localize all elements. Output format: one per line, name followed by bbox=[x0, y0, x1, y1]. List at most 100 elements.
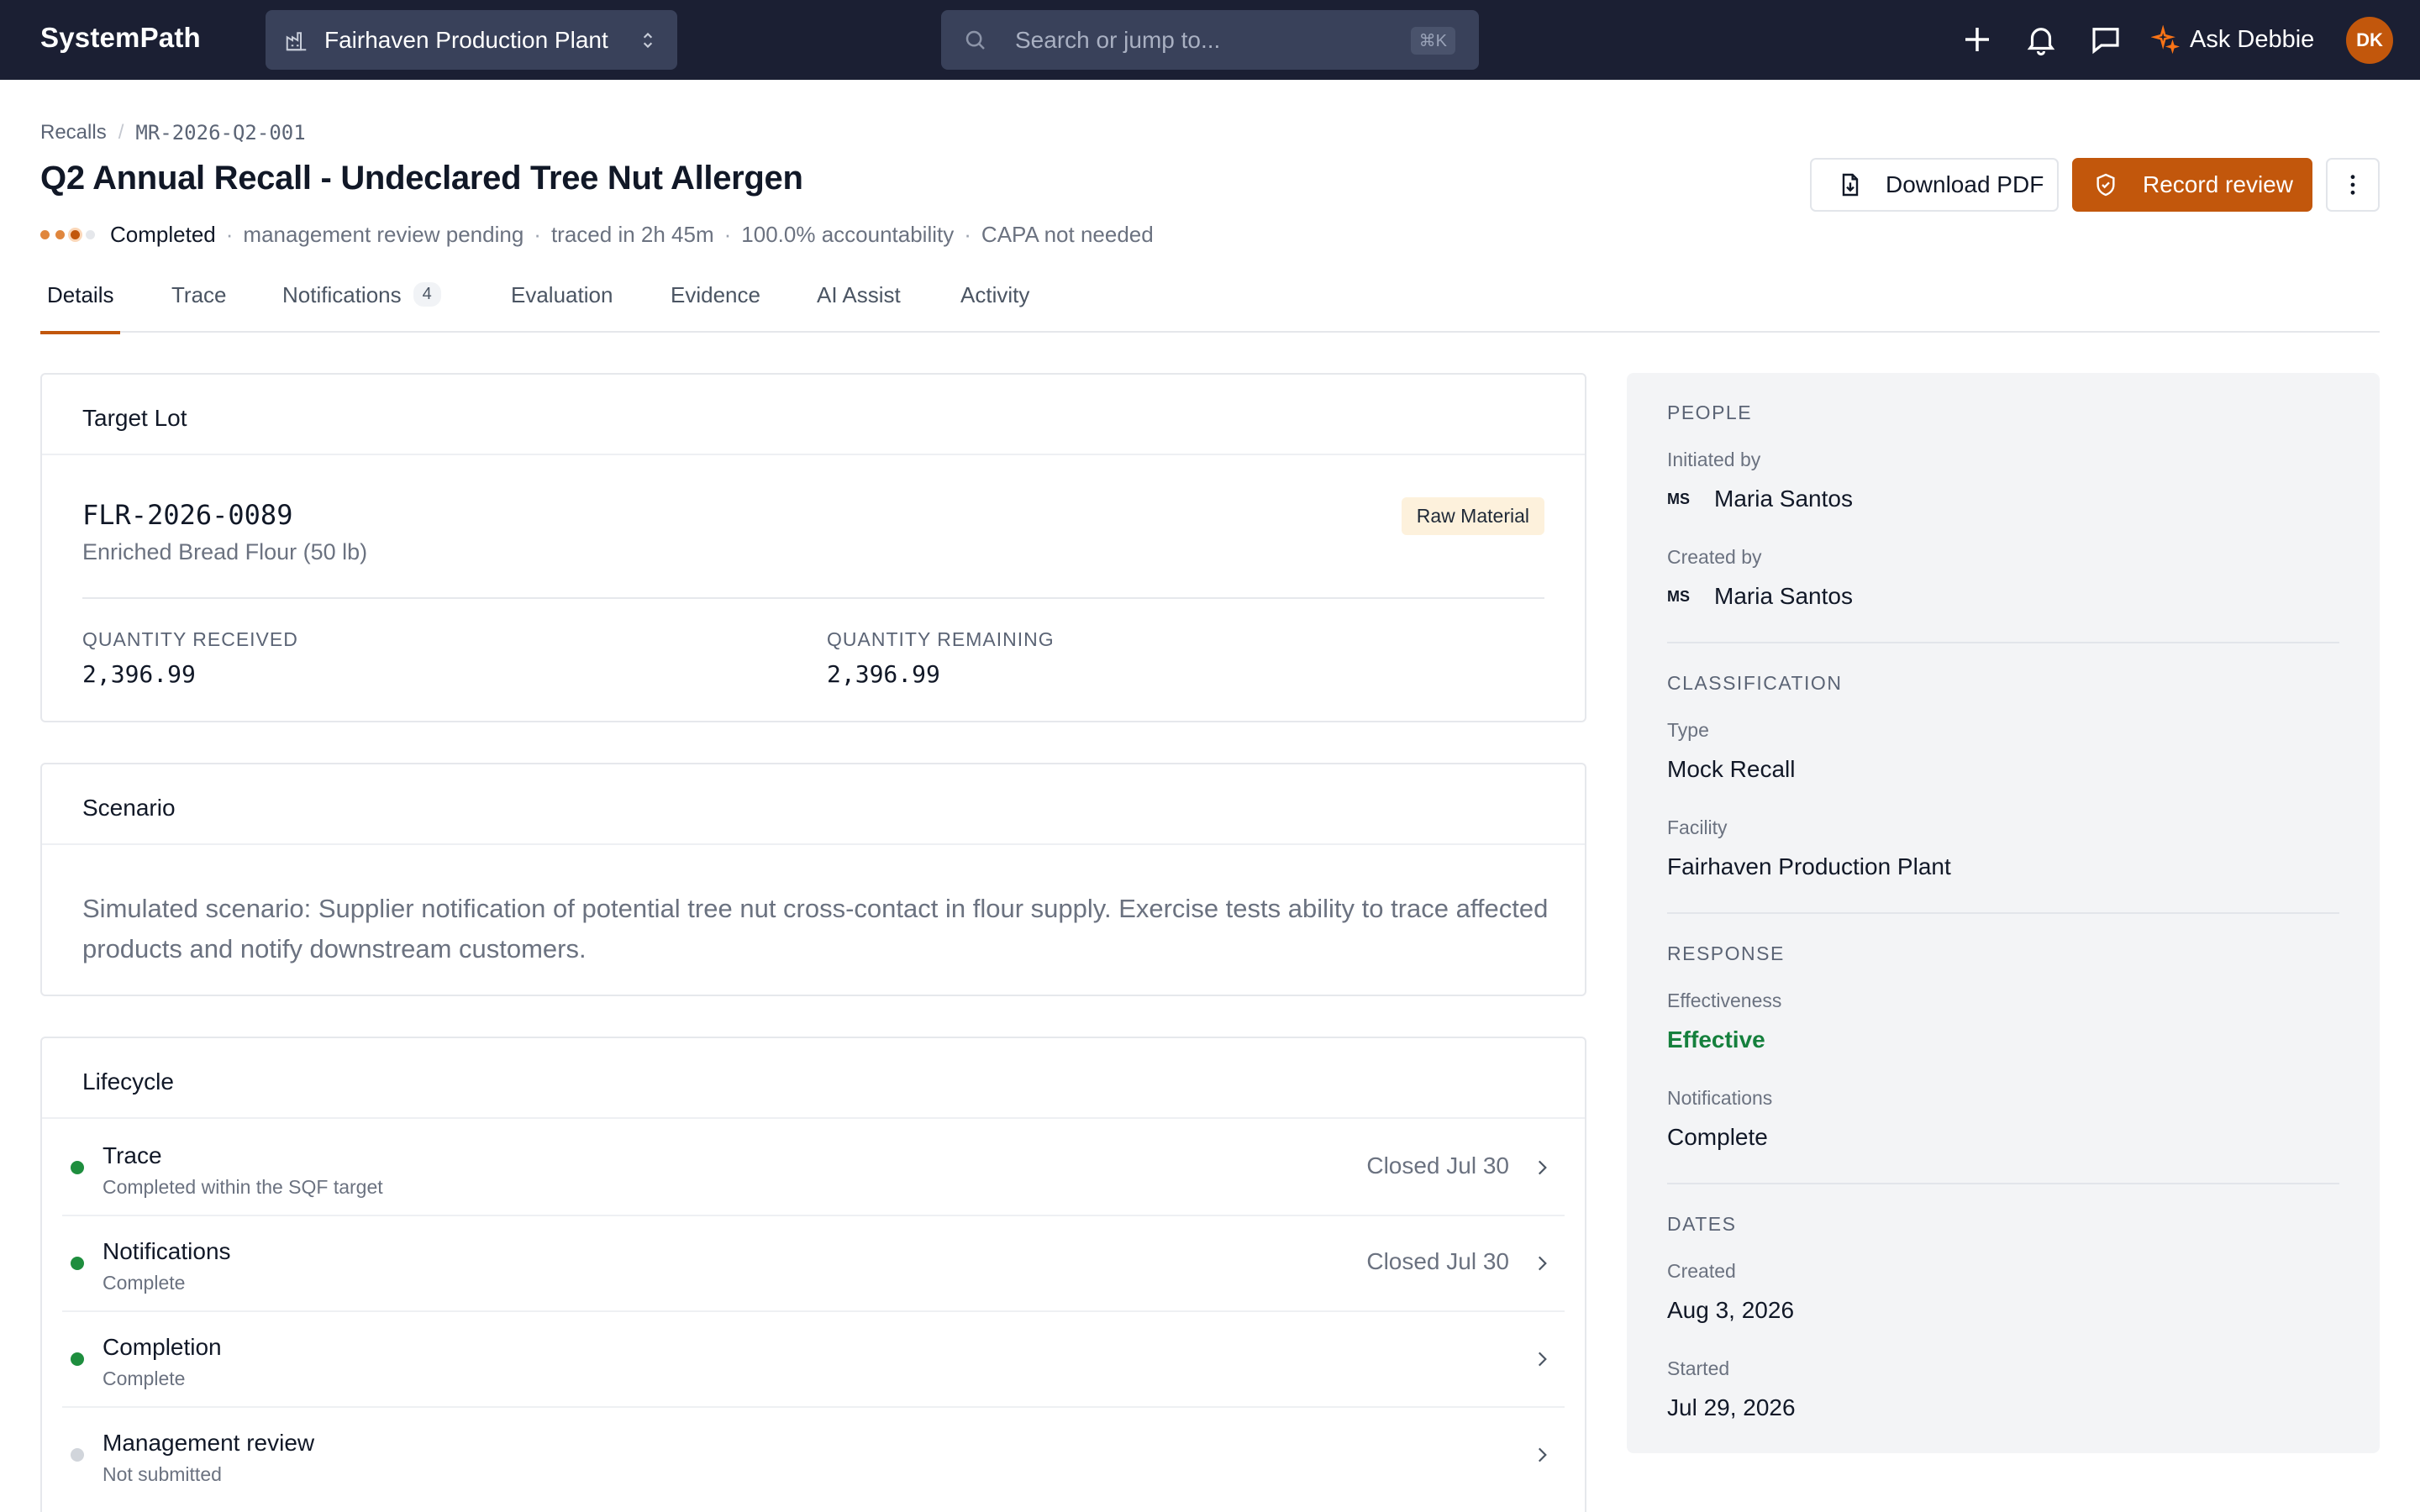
qty-remaining-value: 2,396.99 bbox=[827, 660, 940, 688]
meta-trace-time: traced in 2h 45m bbox=[550, 222, 714, 247]
status-dot bbox=[71, 1257, 84, 1270]
search-shortcut: ⌘K bbox=[1410, 27, 1455, 55]
effectiveness-value: Effective bbox=[1667, 1026, 1765, 1053]
details-side-panel: PEOPLE Initiated by MS Maria Santos Crea… bbox=[1627, 373, 2380, 1453]
more-vertical-icon bbox=[2350, 175, 2355, 195]
chevron-right-icon bbox=[1538, 1447, 1547, 1462]
plus-icon[interactable] bbox=[1960, 22, 1995, 57]
progress-dots-icon bbox=[40, 230, 95, 239]
tab-evidence[interactable]: Evidence bbox=[671, 282, 760, 331]
tab-evidence-label: Evidence bbox=[671, 282, 760, 307]
qty-received-label: QUANTITY RECEIVED bbox=[82, 628, 298, 650]
started-date-label: Started bbox=[1667, 1357, 1730, 1379]
notifications-label: Notifications bbox=[1667, 1087, 1773, 1109]
step-subtitle: Completed within the SQF target bbox=[103, 1176, 383, 1198]
status-label: Completed bbox=[110, 222, 216, 247]
scenario-description: Simulated scenario: Supplier notificatio… bbox=[82, 894, 1549, 963]
notifications-value: Complete bbox=[1667, 1124, 1768, 1150]
step-name: Management review bbox=[103, 1430, 315, 1456]
page-title: Q2 Annual Recall - Undeclared Tree Nut A… bbox=[40, 160, 803, 197]
target-lot-card: Target Lot FLR-2026-0089 Enriched Bread … bbox=[40, 373, 1586, 722]
initiated-by-person[interactable]: MS Maria Santos bbox=[1667, 486, 1853, 512]
dates-section-label: DATES bbox=[1667, 1213, 1737, 1235]
status-meta-row: Completed · management review pending · … bbox=[40, 222, 1154, 248]
type-label: Type bbox=[1667, 719, 1709, 741]
step-name: Trace bbox=[103, 1142, 162, 1168]
factory-icon bbox=[286, 31, 307, 50]
qty-remaining-label: QUANTITY REMAINING bbox=[827, 628, 1055, 650]
tab-activity-label: Activity bbox=[960, 282, 1030, 307]
step-subtitle: Complete bbox=[103, 1272, 186, 1294]
record-review-button[interactable]: Record review bbox=[2072, 158, 2312, 212]
chat-icon[interactable] bbox=[2088, 22, 2123, 57]
status-dot bbox=[71, 1448, 84, 1462]
lifecycle-step-trace[interactable]: Trace Completed within the SQF target Cl… bbox=[62, 1121, 1565, 1216]
facility-switcher[interactable]: Fairhaven Production Plant bbox=[266, 10, 677, 70]
target-lot-title: Target Lot bbox=[42, 375, 1585, 455]
chevron-right-icon bbox=[1538, 1160, 1547, 1175]
step-date: Closed Jul 30 bbox=[1366, 1152, 1509, 1179]
scenario-card: Scenario Simulated scenario: Supplier no… bbox=[40, 763, 1586, 996]
tab-evaluation-label: Evaluation bbox=[511, 282, 613, 307]
lifecycle-step-management-review[interactable]: Management review Not submitted bbox=[62, 1408, 1565, 1504]
tab-trace[interactable]: Trace bbox=[171, 282, 227, 331]
tab-notifications-label: Notifications bbox=[282, 282, 402, 307]
meta-capa: CAPA not needed bbox=[981, 222, 1154, 247]
created-by-person[interactable]: MS Maria Santos bbox=[1667, 583, 1853, 610]
tab-details[interactable]: Details bbox=[40, 282, 121, 334]
tab-evaluation[interactable]: Evaluation bbox=[511, 282, 613, 331]
avatar: MS bbox=[1667, 587, 1690, 605]
lifecycle-card: Lifecycle Trace Completed within the SQF… bbox=[40, 1037, 1586, 1512]
divider bbox=[1667, 642, 2339, 643]
breadcrumb: Recalls / MR-2026-Q2-001 bbox=[40, 121, 306, 144]
tab-bar: Details Trace Notifications 4 Evaluation… bbox=[40, 277, 2380, 334]
divider bbox=[1667, 912, 2339, 914]
created-date-label: Created bbox=[1667, 1260, 1736, 1282]
qty-received-value: 2,396.99 bbox=[82, 660, 196, 688]
more-actions-button[interactable] bbox=[2326, 158, 2380, 212]
initiated-by-label: Initiated by bbox=[1667, 449, 1761, 470]
breadcrumb-recalls[interactable]: Recalls bbox=[40, 121, 107, 144]
ask-debbie-button[interactable]: Ask Debbie bbox=[2151, 18, 2314, 60]
tab-activity[interactable]: Activity bbox=[960, 282, 1029, 331]
tab-ai-assist[interactable]: AI Assist bbox=[817, 282, 901, 331]
shield-check-icon bbox=[2096, 173, 2115, 197]
download-label: Download PDF bbox=[1886, 171, 2044, 197]
lifecycle-step-completion[interactable]: Completion Complete bbox=[62, 1312, 1565, 1408]
created-date-value: Aug 3, 2026 bbox=[1667, 1297, 1795, 1323]
step-name: Completion bbox=[103, 1334, 222, 1360]
tab-notifications[interactable]: Notifications 4 bbox=[282, 282, 441, 331]
person-name: Maria Santos bbox=[1714, 583, 1853, 609]
lifecycle-title: Lifecycle bbox=[42, 1038, 1585, 1119]
brand-logo[interactable]: SystemPath bbox=[40, 22, 201, 54]
lot-id[interactable]: FLR-2026-0089 bbox=[82, 499, 292, 531]
breadcrumb-current: MR-2026-Q2-001 bbox=[135, 121, 306, 144]
file-download-icon bbox=[1842, 173, 1859, 197]
search-placeholder: Search or jump to... bbox=[1015, 26, 1221, 53]
tab-details-label: Details bbox=[47, 282, 114, 307]
person-name: Maria Santos bbox=[1714, 486, 1853, 512]
created-by-label: Created by bbox=[1667, 546, 1762, 568]
meta-review: management review pending bbox=[243, 222, 524, 247]
started-date-value: Jul 29, 2026 bbox=[1667, 1394, 1796, 1420]
ask-label: Ask Debbie bbox=[2190, 25, 2315, 53]
download-pdf-button[interactable]: Download PDF bbox=[1810, 158, 2059, 212]
tab-ai-assist-label: AI Assist bbox=[817, 282, 901, 307]
bell-icon[interactable] bbox=[2023, 22, 2059, 57]
response-section-label: RESPONSE bbox=[1667, 942, 1785, 964]
avatar: MS bbox=[1667, 490, 1690, 507]
type-value: Mock Recall bbox=[1667, 756, 1796, 782]
step-date: Closed Jul 30 bbox=[1366, 1248, 1509, 1274]
search-icon bbox=[965, 30, 985, 50]
step-name: Notifications bbox=[103, 1238, 231, 1264]
tab-trace-label: Trace bbox=[171, 282, 227, 307]
user-avatar[interactable]: DK bbox=[2346, 17, 2393, 64]
lot-product-name: Enriched Bread Flour (50 lb) bbox=[82, 539, 368, 564]
status-dot bbox=[71, 1161, 84, 1174]
notifications-count-badge: 4 bbox=[413, 282, 441, 307]
lifecycle-step-notifications[interactable]: Notifications Complete Closed Jul 30 bbox=[62, 1216, 1565, 1312]
meta-accountability: 100.0% accountability bbox=[741, 222, 955, 247]
search-input[interactable]: Search or jump to... ⌘K bbox=[941, 10, 1479, 70]
chevron-right-icon bbox=[1538, 1352, 1547, 1367]
sparkle-icon bbox=[2151, 25, 2180, 54]
